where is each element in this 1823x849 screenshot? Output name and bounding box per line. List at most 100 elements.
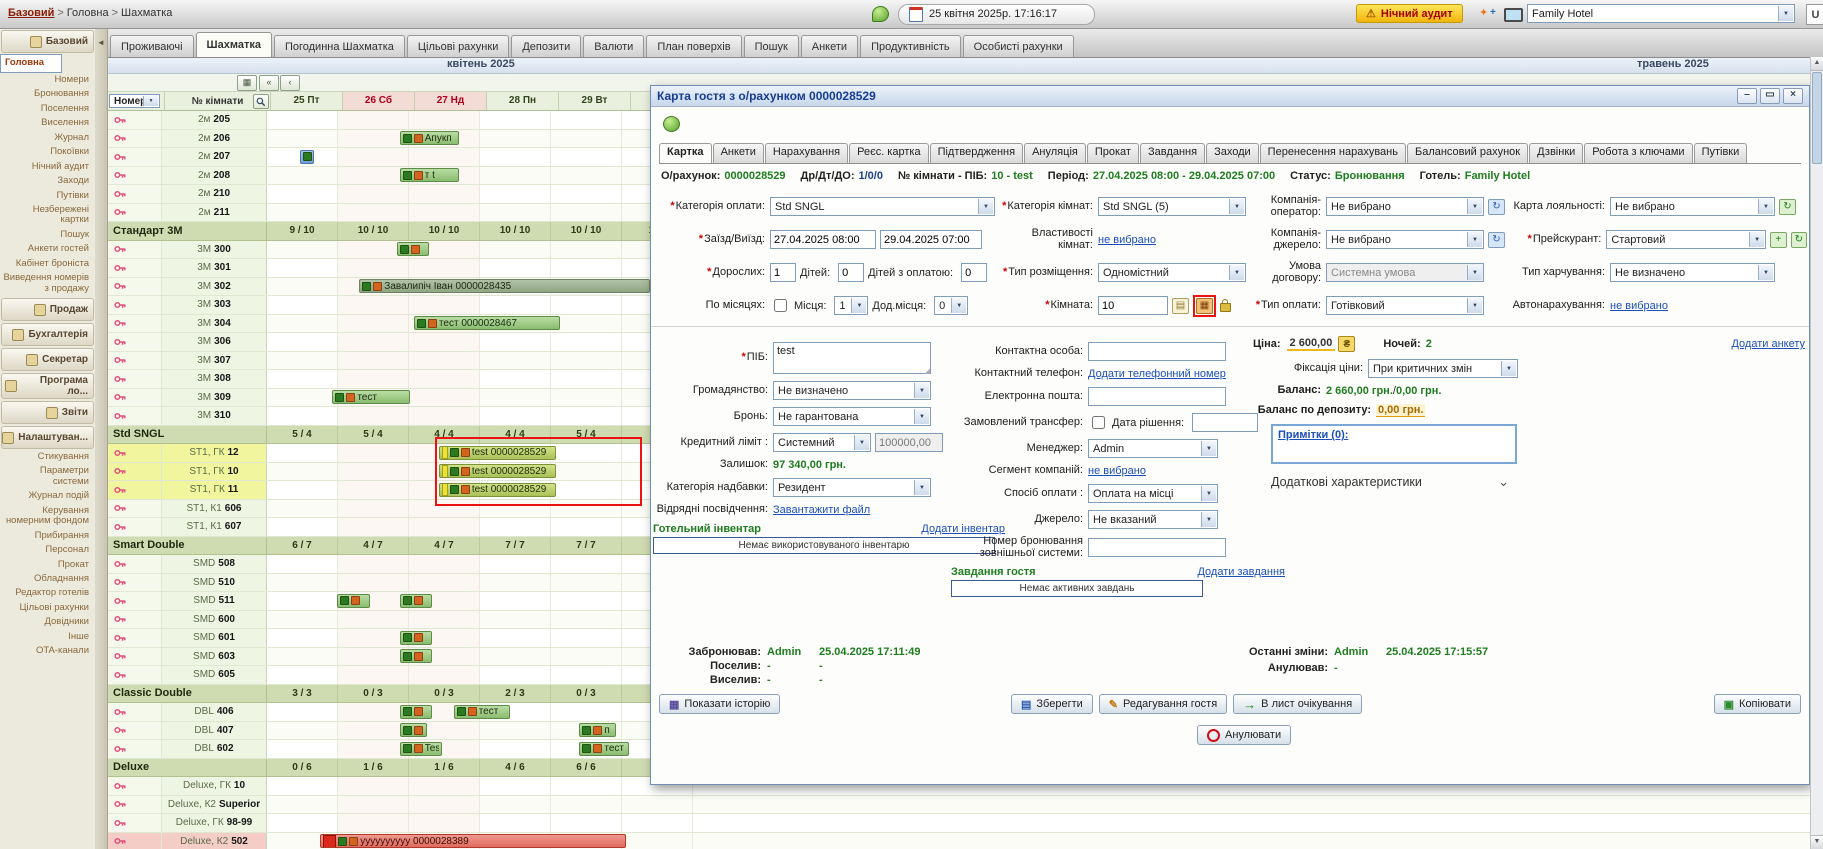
contact-person-input[interactable] (1088, 342, 1226, 361)
pricelist-select[interactable]: Стартовий▼ (1606, 230, 1766, 249)
room-name[interactable]: 3М301 (162, 259, 267, 277)
room-name[interactable]: ST1, К1607 (162, 518, 267, 536)
show-history-button[interactable]: ▦ Показати історію (659, 694, 780, 714)
sidebar-item[interactable]: Бронювання (0, 87, 95, 101)
room-name[interactable]: Deluxe, К2Superior (162, 796, 267, 814)
source-company-select[interactable]: Не вибрано▼ (1326, 230, 1484, 249)
tab-План поверхів[interactable]: План поверхів (646, 35, 741, 57)
breadcrumb-item[interactable]: Головна (67, 7, 109, 19)
sidebar-item[interactable]: Журнал (0, 131, 95, 145)
room-name[interactable]: 2м208 (162, 167, 267, 185)
room-name[interactable]: ST1, К1606 (162, 500, 267, 518)
category-label[interactable]: Smart Double (107, 537, 267, 555)
loyalty-card-select[interactable]: Не вибрано▼ (1610, 197, 1775, 216)
booking-bar[interactable]: т t (400, 168, 459, 182)
room-name[interactable]: SMD601 (162, 629, 267, 647)
category-label[interactable]: Deluxe (107, 759, 267, 777)
booking-bar[interactable] (337, 594, 370, 608)
add-phone-link[interactable]: Додати телефонний номер (1088, 368, 1226, 380)
chat-bubble-icon[interactable] (872, 6, 889, 22)
category-label[interactable]: Стандарт 3М (107, 222, 267, 240)
sidebar-item[interactable]: Незбережені картки (0, 203, 95, 228)
sidebar-item[interactable]: Прибирання (0, 529, 95, 543)
booking-bar[interactable]: тест (454, 705, 510, 719)
room-name[interactable]: 2м207 (162, 148, 267, 166)
breadcrumb[interactable]: Базовий>Головна>Шахматка (8, 7, 172, 19)
by-months-checkbox[interactable] (774, 299, 787, 312)
room-chess-icon[interactable]: ▦ (1196, 298, 1213, 314)
room-name[interactable]: 3М300 (162, 241, 267, 259)
sidebar-item[interactable]: Поселення (0, 102, 95, 116)
sidebar-item[interactable]: OTA-канали (0, 644, 95, 658)
sidebar-section-Налаштуван...[interactable]: Налаштуван... (1, 426, 94, 449)
room-plan-icon[interactable]: ▤ (1172, 298, 1189, 314)
notes-box[interactable]: Примітки (0): (1271, 424, 1517, 464)
tab-Погодинна Шахматка[interactable]: Погодинна Шахматка (274, 35, 405, 57)
room-name[interactable]: ST1, ГК10 (162, 463, 267, 481)
breadcrumb-item[interactable]: Шахматка (121, 7, 172, 19)
dialog-tab-Перенесення нарахувань[interactable]: Перенесення нарахувань (1260, 143, 1406, 163)
copy-button[interactable]: ▣ Копіювати (1714, 694, 1801, 714)
sidebar-section-Базовий[interactable]: Базовий (1, 30, 94, 53)
room-name[interactable]: SMD605 (162, 666, 267, 684)
room-name[interactable]: DBL602 (162, 740, 267, 758)
dialog-tab-Дзвінки[interactable]: Дзвінки (1529, 143, 1583, 163)
dialog-title-bar[interactable]: Карта гостя з о/рахунком 0000028529 – ▭ … (651, 86, 1809, 107)
sidebar-item[interactable]: Керування номерним фондом (0, 504, 95, 529)
booking-bar[interactable]: Test (400, 742, 442, 756)
tab-Продуктивність[interactable]: Продуктивність (860, 35, 961, 57)
dialog-tab-Прокат[interactable]: Прокат (1087, 143, 1139, 163)
search-icon[interactable] (253, 94, 269, 109)
citizenship-select[interactable]: Не визначено▼ (773, 381, 931, 400)
sidebar-item[interactable]: Персонал (0, 543, 95, 557)
booking-bar[interactable]: тест 0000028467 (414, 316, 560, 330)
save-button[interactable]: ▤ Зберегти (1011, 694, 1093, 714)
booking-bar[interactable]: test 0000028529 (439, 464, 556, 478)
decision-date-input[interactable] (1192, 413, 1258, 432)
annul-button[interactable]: Анулювати (1197, 725, 1291, 745)
adults-input[interactable] (770, 263, 796, 282)
room-name[interactable]: ST1, ГК12 (162, 444, 267, 462)
room-name[interactable]: Deluxe, К2502 (162, 833, 267, 849)
tab-Анкети[interactable]: Анкети (801, 35, 858, 57)
room-name[interactable]: 2м210 (162, 185, 267, 203)
payment-type-select[interactable]: Готівковий▼ (1326, 296, 1484, 315)
sidebar-item[interactable]: Стикування (0, 450, 95, 464)
credit-limit-select[interactable]: Системний▼ (773, 433, 871, 452)
price-value[interactable]: 2 600,00 (1287, 337, 1336, 351)
date-header[interactable]: 27 Нд (415, 92, 487, 110)
checkout-input[interactable] (880, 230, 982, 249)
booking-bar[interactable]: тест (579, 742, 629, 756)
nav-first-button[interactable]: « (259, 75, 279, 91)
sidebar-item[interactable]: Обладнання (0, 572, 95, 586)
nav-prev-button[interactable]: ‹ (280, 75, 300, 91)
sidebar-item[interactable]: Редактор готелів (0, 586, 95, 600)
dialog-tab-Робота з ключами[interactable]: Робота з ключами (1584, 143, 1692, 163)
sidebar-item[interactable]: Нічний аудит (0, 160, 95, 174)
category-label[interactable]: Classic Double (107, 685, 267, 703)
meal-type-select[interactable]: Не визначено▼ (1610, 263, 1775, 282)
monitor-icon[interactable] (1504, 8, 1523, 22)
notes-link[interactable]: Примітки (0): (1278, 429, 1348, 441)
extra-characteristics-toggle[interactable]: Додаткові характеристики⌄ (1271, 474, 1509, 490)
upload-file-link[interactable]: Завантажити файл (773, 504, 870, 516)
room-name[interactable]: SMD510 (162, 574, 267, 592)
sidebar-item[interactable]: Виселення (0, 116, 95, 130)
external-booking-input[interactable] (1088, 538, 1226, 557)
sidebar-section-Секретар[interactable]: Секретар (1, 348, 94, 371)
tab-Шахматка[interactable]: Шахматка (196, 32, 272, 57)
booking-bar[interactable] (300, 150, 314, 164)
dialog-tab-Завдання[interactable]: Завдання (1140, 143, 1205, 163)
room-name[interactable]: 2м206 (162, 130, 267, 148)
email-input[interactable] (1088, 387, 1226, 406)
room-name[interactable]: 2м211 (162, 204, 267, 222)
room-name[interactable]: 3М309 (162, 389, 267, 407)
user-badge[interactable]: U (1806, 4, 1823, 25)
grid-view-button[interactable]: ▦ (237, 75, 257, 91)
hotel-select[interactable]: Family Hotel ▼ (1527, 4, 1795, 23)
surcharge-category-select[interactable]: Резидент▼ (773, 478, 931, 497)
waitlist-button[interactable]: → В лист очікування (1233, 694, 1362, 714)
booking-bar[interactable]: test 0000028529 (439, 483, 556, 497)
refresh-green-icon[interactable]: ↻ (1779, 199, 1796, 215)
booking-bar[interactable]: Апукп (400, 131, 459, 145)
